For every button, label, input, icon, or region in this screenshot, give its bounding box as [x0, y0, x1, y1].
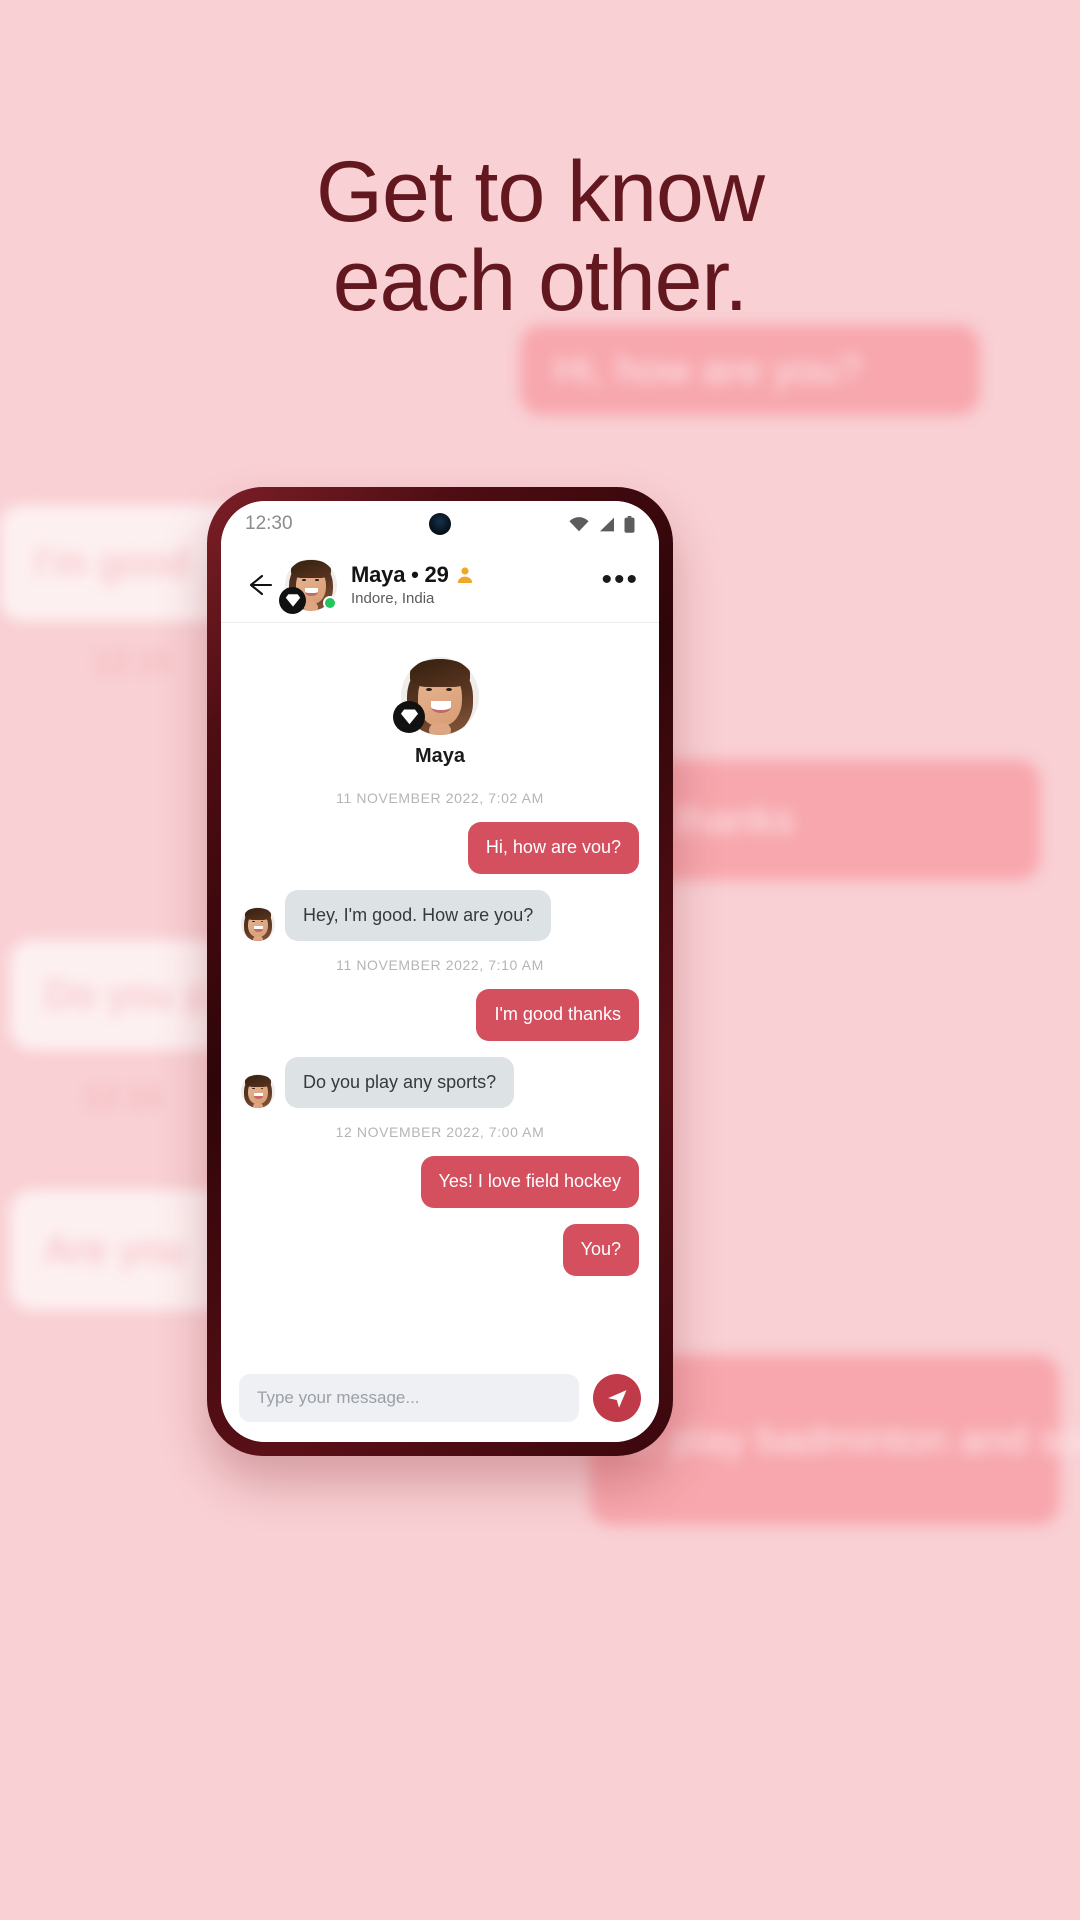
- more-options-icon[interactable]: •••: [601, 564, 639, 596]
- message-bubble-sent[interactable]: You?: [562, 1223, 639, 1276]
- message-avatar: [241, 907, 275, 942]
- message-bubble-received[interactable]: Do you play any sports?: [285, 1056, 515, 1109]
- cellular-signal-icon: [600, 517, 614, 531]
- message-bubble-sent[interactable]: I'm good thanks: [476, 989, 639, 1041]
- chat-header-avatar[interactable]: [279, 558, 337, 614]
- page-title-line-2: each other.: [332, 233, 749, 330]
- diamond-badge-icon: [279, 586, 306, 614]
- front-camera-punch-hole-icon: [429, 513, 451, 535]
- conversation-profile-block: Maya: [241, 657, 639, 768]
- diamond-badge-icon: [393, 701, 425, 733]
- message-row: Do you play any sports?: [241, 1056, 639, 1109]
- avatar-face-illustration: [241, 1074, 275, 1109]
- profile-avatar[interactable]: [393, 657, 479, 735]
- message-avatar: [241, 1074, 275, 1109]
- message-bubble-sent[interactable]: Yes! I love field hockey: [420, 1156, 639, 1208]
- send-paper-plane-icon: [607, 1389, 627, 1408]
- chat-header-location: Indore, India: [351, 590, 435, 607]
- message-bubble-sent[interactable]: Hi, how are vou?: [467, 822, 639, 874]
- message-row: Yes! I love field hockey: [241, 1156, 639, 1208]
- background-ghost-bubble: Hi, how are you?: [520, 325, 980, 415]
- page-title-line-1: Get to know: [316, 144, 765, 240]
- status-bar-icons: [569, 515, 635, 533]
- message-timestamp: 12 NOVEMBER 2022, 7:00 AM: [335, 1124, 545, 1141]
- send-button[interactable]: [593, 1374, 641, 1422]
- battery-icon: [624, 515, 635, 533]
- chat-header-name-row: Maya • 29: [351, 562, 474, 588]
- message-bubble-received[interactable]: Hey, I'm good. How are you?: [285, 889, 552, 942]
- phone-mockup: 12:30 Maya • 29 Indore, India ••• Maya 1…: [207, 487, 673, 1456]
- page-title: Get to know each other.: [0, 147, 1080, 330]
- chat-header: Maya • 29 Indore, India •••: [221, 547, 659, 623]
- message-input[interactable]: [239, 1374, 579, 1422]
- phone-screen: 12:30 Maya • 29 Indore, India ••• Maya 1…: [221, 501, 659, 1442]
- wifi-icon: [569, 516, 589, 531]
- back-arrow-icon[interactable]: [241, 568, 275, 602]
- message-list[interactable]: Maya 11 NOVEMBER 2022, 7:02 AM Hi, how a…: [221, 623, 659, 1354]
- background-ghost-bubble: thanks: [640, 760, 1040, 880]
- profile-name: Maya: [414, 745, 466, 767]
- message-row: Hey, I'm good. How are you?: [241, 889, 639, 942]
- avatar-face-illustration: [241, 907, 275, 942]
- online-status-dot: [323, 595, 337, 610]
- message-input-bar: [221, 1354, 659, 1442]
- verified-person-icon: [457, 567, 472, 583]
- message-row: I'm good thanks: [241, 989, 639, 1041]
- status-bar-time: 12:30: [245, 513, 293, 534]
- message-timestamp: 11 NOVEMBER 2022, 7:02 AM: [336, 790, 544, 806]
- status-bar: 12:30: [221, 501, 659, 547]
- message-timestamp: 11 NOVEMBER 2022, 7:10 AM: [336, 957, 544, 974]
- chat-header-name: Maya • 29: [351, 562, 449, 587]
- message-row: You?: [241, 1223, 639, 1276]
- chat-header-text: Maya • 29 Indore, India: [351, 562, 474, 607]
- message-row: Hi, how are vou?: [241, 822, 639, 874]
